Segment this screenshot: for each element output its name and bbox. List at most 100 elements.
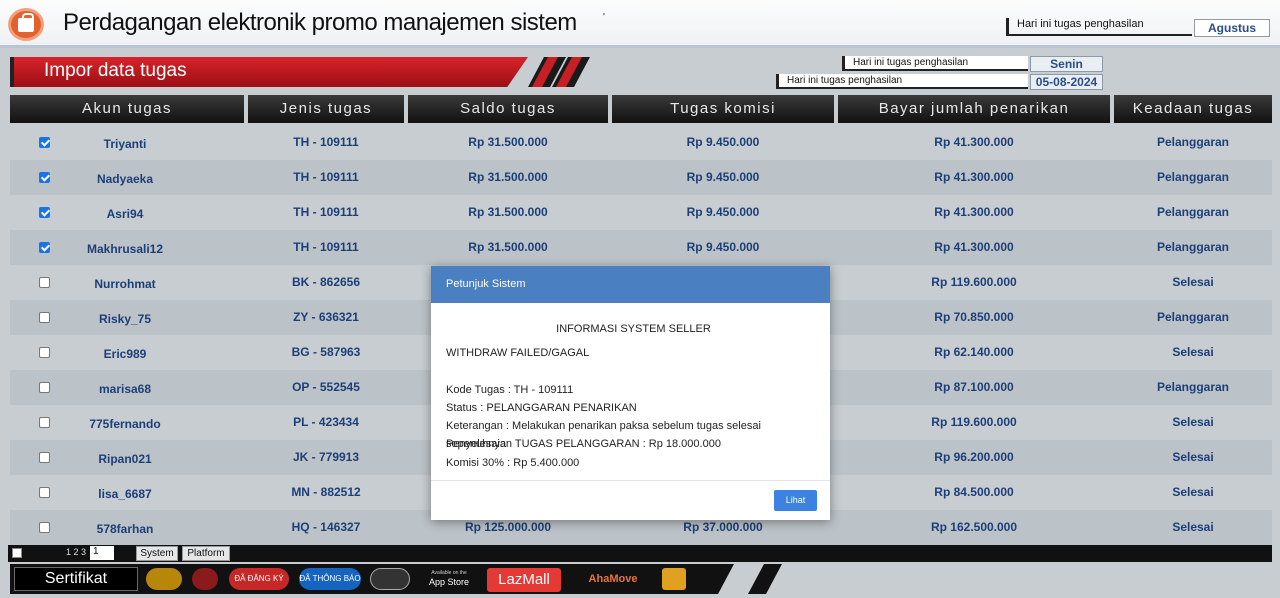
dialog-kode: Kode Tugas : TH - 109111: [446, 383, 574, 396]
cell-akun: Risky_75: [98, 312, 152, 326]
column-header-bayar: Bayar jumlah penarikan: [838, 95, 1110, 123]
cell-saldo: Rp 31.500.000: [468, 135, 548, 149]
ahamove-logo: AhaMove: [588, 573, 638, 585]
cell-keadaan: Pelanggaran: [1156, 380, 1230, 394]
cell-keadaan: Selesai: [1172, 450, 1214, 464]
cell-bayar: Rp 96.200.000: [934, 450, 1014, 464]
table-row[interactable]: Asri94 TH - 109111 Rp 31.500.000 Rp 9.450.0…: [10, 195, 1272, 230]
cell-jenis: OP - 552545: [292, 380, 360, 394]
dialog-spacer: [446, 363, 821, 381]
dialog-keterangan: Keterangan : Melakukan penarikan paksa s…: [446, 420, 761, 451]
dialog-komisi: Komisi 30% : Rp 5.400.000: [446, 456, 580, 469]
cell-saldo: Rp 31.500.000: [468, 240, 548, 254]
cell-jenis: MN - 882512: [291, 485, 361, 499]
lazmall-logo: LazMall: [487, 568, 561, 592]
cell-jenis: PL - 423434: [293, 415, 359, 429]
dialog-heading: INFORMASI SYSTEM SELLER: [556, 323, 711, 335]
cell-bayar: Rp 87.100.000: [934, 380, 1014, 394]
column-header-komisi: Tugas komisi: [612, 95, 834, 123]
cell-akun: 578farhan: [96, 522, 154, 536]
table-row[interactable]: Makhrusali12 TH - 109111 Rp 31.500.000 Rp 9…: [10, 230, 1272, 265]
cell-keadaan: Pelanggaran: [1156, 310, 1230, 324]
column-header-saldo: Saldo tugas: [408, 95, 608, 123]
platform-button[interactable]: Platform: [182, 546, 230, 561]
cell-bayar: Rp 62.140.000: [934, 345, 1014, 359]
info-label-date: Hari ini tugas penghasilan: [776, 74, 1028, 89]
cell-keadaan: Selesai: [1172, 275, 1214, 289]
lihat-button[interactable]: Lihat: [774, 490, 817, 511]
cell-keadaan: Pelanggaran: [1156, 205, 1230, 219]
cell-komisi: Rp 9.450.000: [686, 170, 760, 184]
table-row[interactable]: Triyanti TH - 109111 Rp 31.500.000 Rp 9.450…: [10, 125, 1272, 160]
badge-notified-icon: ĐÃ THÔNG BÁO: [299, 568, 361, 590]
app-store-badge-icon: Available on the App Store: [421, 568, 477, 590]
cell-jenis: TH - 109111: [293, 170, 359, 184]
cell-jenis: ZY - 636321: [293, 310, 359, 324]
cell-bayar: Rp 41.300.000: [934, 135, 1014, 149]
table-row[interactable]: Nadyaeka TH - 109111 Rp 31.500.000 Rp 9.450…: [10, 160, 1272, 195]
column-header-jenis: Jenis tugas: [248, 95, 404, 123]
cell-keadaan: Selesai: [1172, 415, 1214, 429]
cell-akun: Eric989: [103, 347, 147, 361]
select-all-checkbox[interactable]: [12, 548, 22, 558]
cell-bayar: Rp 70.850.000: [934, 310, 1014, 324]
system-dialog: Petunjuk Sistem INFORMASI SYSTEM SELLER …: [431, 266, 830, 520]
page-numbers[interactable]: 1 2 3: [66, 547, 86, 557]
cell-bayar: Rp 41.300.000: [934, 240, 1014, 254]
badge-verified-icon: [370, 568, 410, 590]
cell-jenis: TH - 109111: [293, 240, 359, 254]
cell-jenis: BG - 587963: [291, 345, 361, 359]
cell-saldo: Rp 31.500.000: [468, 205, 548, 219]
dialog-status: Status : PELANGGARAN PENARIKAN: [446, 401, 637, 414]
cell-jenis: TH - 109111: [293, 205, 359, 219]
system-button[interactable]: System: [136, 546, 178, 561]
cell-akun: Ripan021: [98, 452, 152, 466]
app-store-label: App Store: [428, 577, 470, 587]
cell-keadaan: Pelanggaran: [1156, 135, 1230, 149]
shop-bag-logo-icon: [8, 8, 44, 41]
page-select[interactable]: 1: [90, 546, 114, 560]
cell-keadaan: Pelanggaran: [1156, 170, 1230, 184]
month-select[interactable]: Agustus: [1194, 19, 1270, 37]
badge-registered-icon: ĐÃ ĐĂNG KÝ: [229, 568, 289, 590]
cell-komisi: Rp 9.450.000: [686, 205, 760, 219]
cell-bayar: Rp 119.600.000: [931, 275, 1017, 289]
header-mark: ': [603, 12, 605, 23]
cell-bayar: Rp 41.300.000: [934, 205, 1014, 219]
page-title: Perdagangan elektronik promo manajemen s…: [63, 9, 577, 36]
app-store-small-text: Available on the: [431, 570, 467, 576]
earnings-label: Hari ini tugas penghasilan: [1006, 18, 1192, 36]
app-header: Perdagangan elektronik promo manajemen s…: [0, 0, 1280, 48]
dialog-line-status: WITHDRAW FAILED/GAGAL: [446, 347, 590, 360]
dialog-footer: [431, 480, 830, 481]
cell-bayar: Rp 162.500.000: [930, 520, 1018, 534]
cell-akun: lisa_6687: [98, 487, 152, 501]
info-value-day: Senin: [1030, 56, 1103, 72]
cell-bayar: Rp 119.600.000: [931, 415, 1017, 429]
cell-jenis: JK - 779913: [292, 450, 360, 464]
cell-jenis: BK - 862656: [291, 275, 361, 289]
badge-shield-icon: [662, 568, 686, 590]
cell-keadaan: Pelanggaran: [1156, 240, 1230, 254]
column-header-keadaan: Keadaan tugas: [1114, 95, 1272, 123]
info-label-day: Hari ini tugas penghasilan: [842, 56, 1028, 71]
cell-komisi: Rp 9.450.000: [686, 240, 760, 254]
cell-jenis: HQ - 146327: [291, 520, 361, 534]
cell-akun: marisa68: [98, 382, 152, 396]
cell-komisi: Rp 9.450.000: [686, 135, 760, 149]
footer-stripe: [748, 564, 782, 594]
cell-akun: Asri94: [106, 207, 144, 221]
info-value-date: 05-08-2024: [1030, 74, 1103, 90]
column-header-akun: Akun tugas: [10, 95, 244, 123]
cell-keadaan: Selesai: [1172, 345, 1214, 359]
cell-akun: 775fernando: [89, 417, 161, 431]
cell-jenis: TH - 109111: [293, 135, 359, 149]
dialog-penyelesaian: Penyelesaian TUGAS PELANGGARAN : Rp 18.0…: [446, 438, 721, 451]
cell-akun: Makhrusali12: [86, 242, 164, 256]
dialog-body: INFORMASI SYSTEM SELLER WITHDRAW FAILED/…: [446, 320, 821, 472]
dialog-title: Petunjuk Sistem: [431, 266, 830, 303]
badge-gold-icon: [146, 568, 182, 590]
pagination-bar: 1 2 3 1 System Platform: [8, 545, 1272, 562]
cell-akun: Triyanti: [103, 137, 147, 151]
cell-keadaan: Selesai: [1172, 485, 1214, 499]
